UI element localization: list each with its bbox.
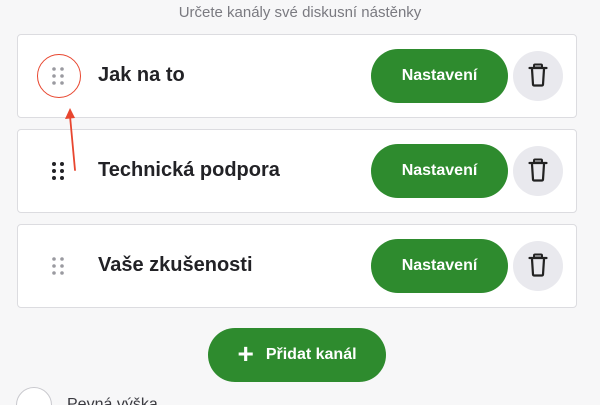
delete-button[interactable] — [513, 241, 563, 291]
drag-handle-icon[interactable] — [50, 159, 66, 183]
channel-name: Jak na to — [98, 64, 185, 86]
add-channel-button[interactable]: + Přidat kanál — [208, 328, 386, 382]
settings-button[interactable]: Nastavení — [371, 144, 508, 198]
trash-icon — [528, 253, 548, 280]
trash-icon — [528, 158, 548, 185]
trash-icon — [528, 63, 548, 90]
page-subtitle: Určete kanály své diskusní nástěnky — [178, 4, 422, 21]
drag-handle-icon[interactable] — [50, 254, 66, 278]
settings-button[interactable]: Nastavení — [371, 239, 508, 293]
plus-icon: + — [237, 338, 254, 369]
channel-name: Vaše zkušenosti — [98, 254, 253, 276]
channel-row: Jak na to Nastavení — [17, 34, 577, 118]
channels-page: Určete kanály své diskusní nástěnky Jak … — [0, 0, 600, 405]
settings-button[interactable]: Nastavení — [371, 49, 508, 103]
drag-handle-icon[interactable] — [50, 64, 66, 88]
channel-name: Technická podpora — [98, 159, 280, 181]
fixed-height-radio[interactable] — [16, 387, 52, 405]
channel-row: Vaše zkušenosti Nastavení — [17, 224, 577, 308]
fixed-height-label: Pevná výška — [67, 396, 158, 405]
delete-button[interactable] — [513, 146, 563, 196]
channel-row: Technická podpora Nastavení — [17, 129, 577, 213]
delete-button[interactable] — [513, 51, 563, 101]
add-channel-label: Přidat kanál — [265, 346, 357, 363]
